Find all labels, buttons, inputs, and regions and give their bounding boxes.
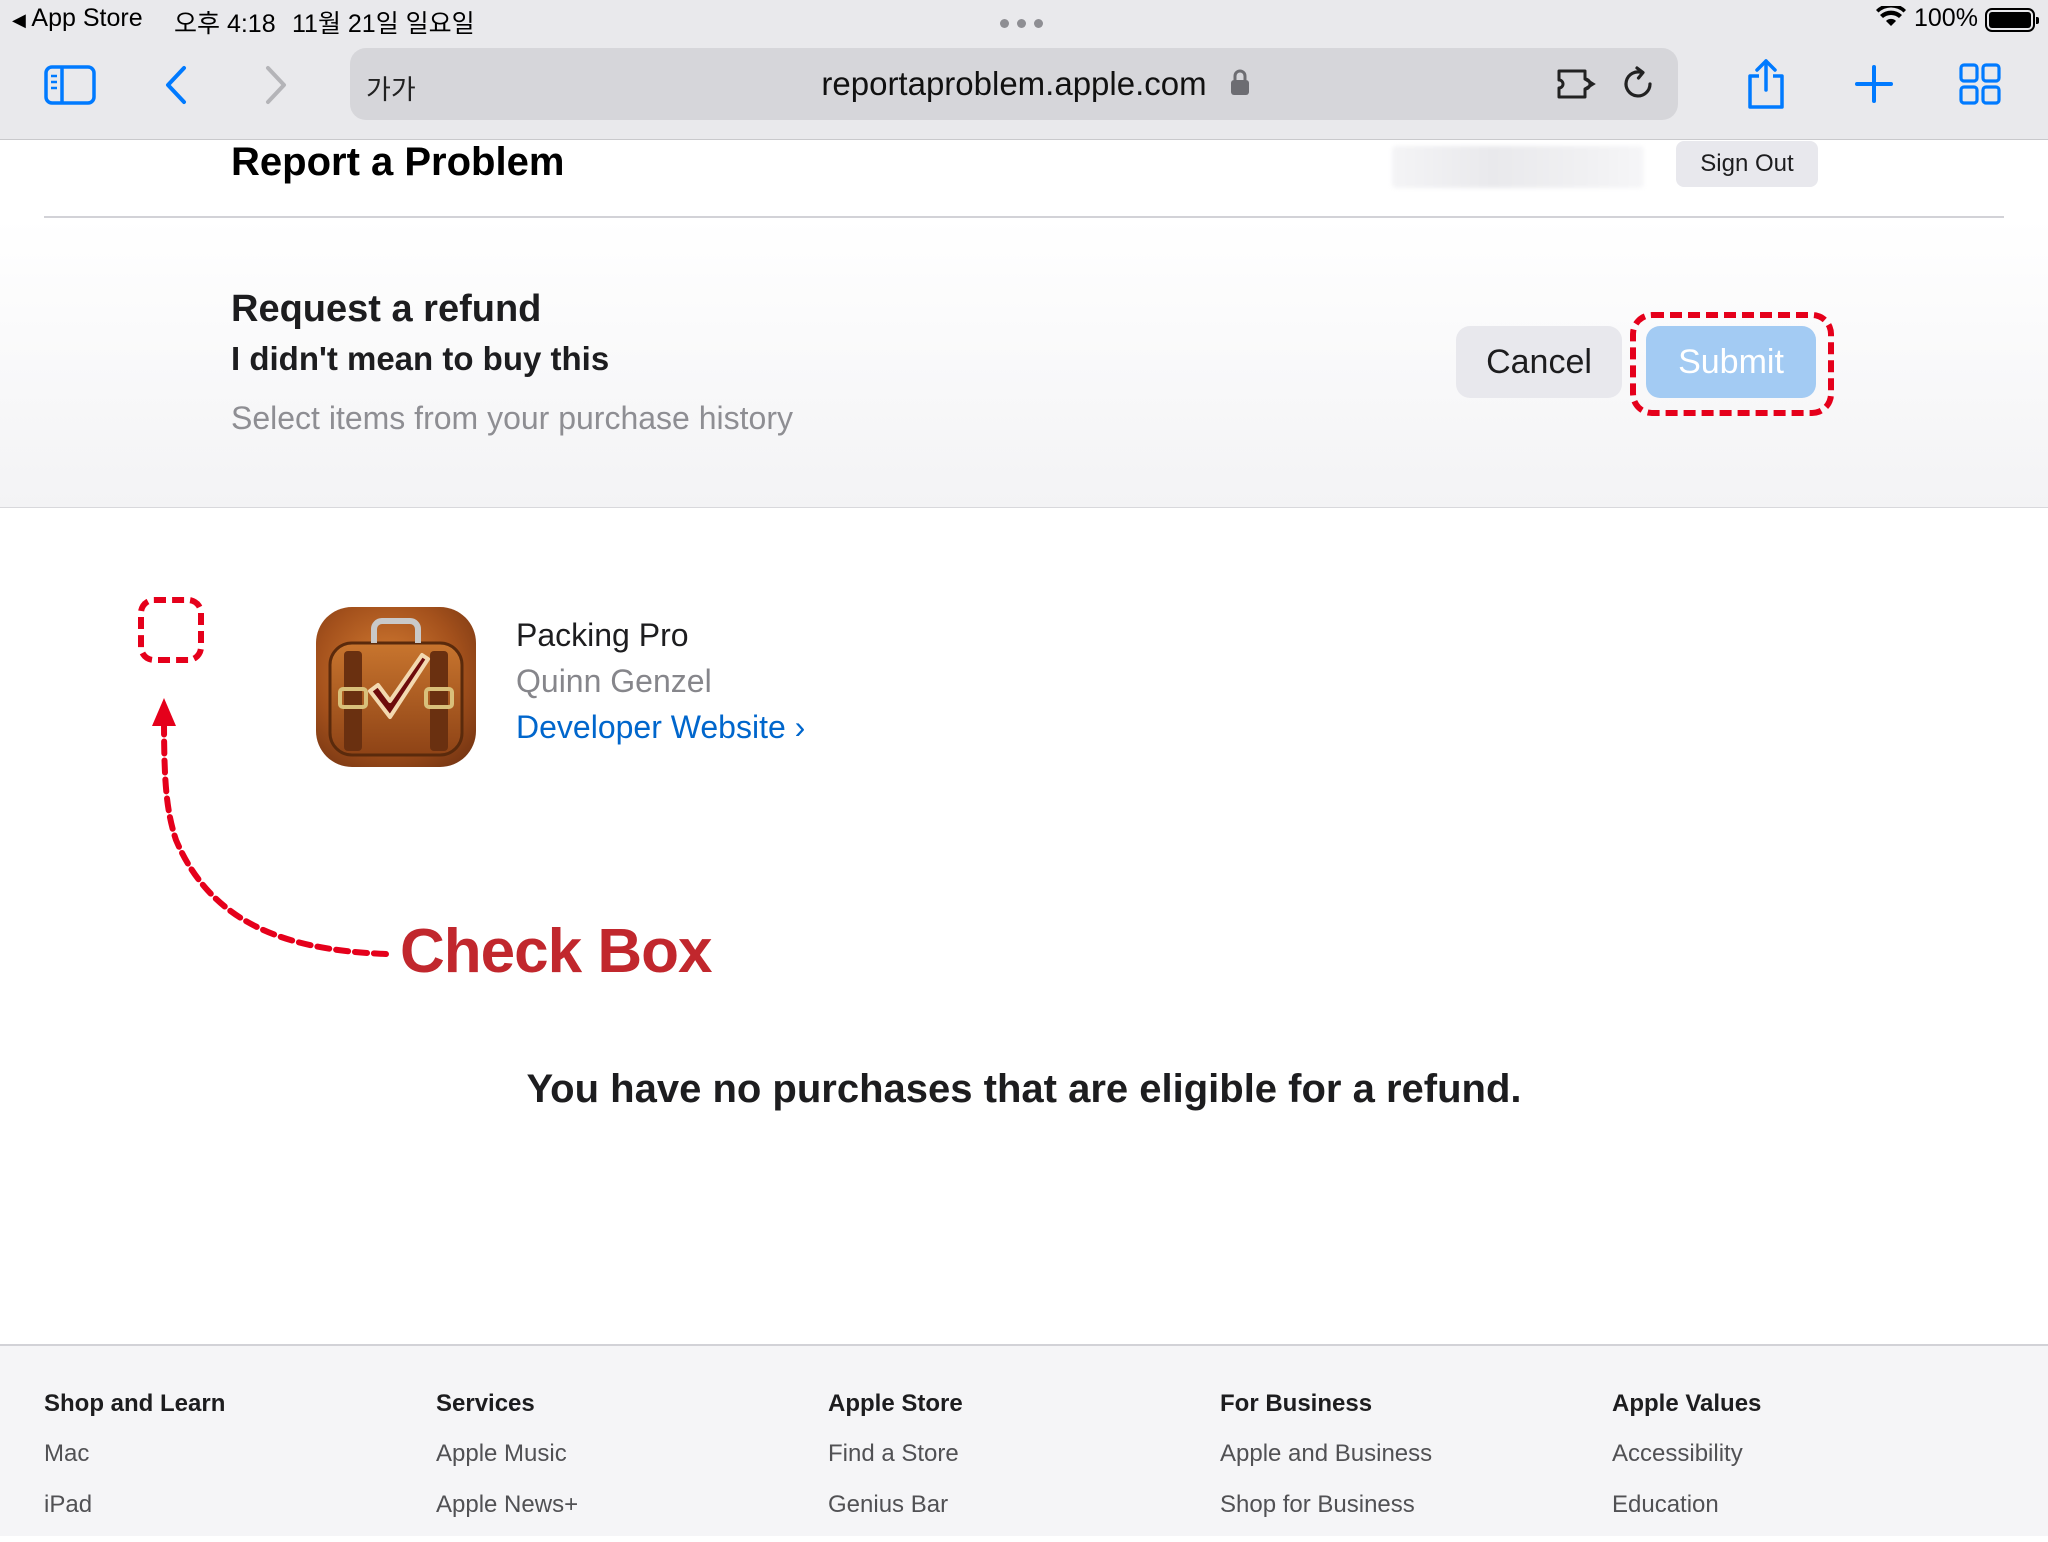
footer-link[interactable]: iPad <box>44 1491 225 1519</box>
footer-link[interactable]: Education <box>1612 1491 1761 1519</box>
reload-icon[interactable] <box>1618 64 1658 104</box>
item-checkbox[interactable] <box>138 597 204 663</box>
footer-link[interactable]: Accessibility <box>1612 1440 1761 1468</box>
footer-heading: Services <box>436 1390 535 1417</box>
footer-heading: Apple Values <box>1612 1390 1762 1417</box>
wifi-icon <box>1876 3 1906 35</box>
multitasking-dots-icon[interactable] <box>1000 19 1043 28</box>
refund-hint: Select items from your purchase history <box>231 400 793 436</box>
tab-overview-icon[interactable] <box>1958 62 2002 106</box>
app-developer: Quinn Genzel <box>516 663 712 699</box>
forward-chevron-icon[interactable] <box>258 62 294 108</box>
back-app-label: App Store <box>31 4 143 32</box>
footer-heading: Apple Store <box>828 1390 963 1417</box>
address-bar[interactable]: 가가 reportaproblem.apple.com <box>350 48 1678 120</box>
new-tab-plus-icon[interactable] <box>1852 62 1896 106</box>
footer-link[interactable]: Apple Music <box>436 1440 578 1468</box>
lock-icon <box>1230 68 1250 101</box>
annotation-arrow <box>152 698 389 957</box>
footer-heading: Shop and Learn <box>44 1390 226 1417</box>
footer-heading: For Business <box>1220 1390 1373 1417</box>
sidebar-toggle-icon[interactable] <box>40 62 100 108</box>
app-name: Packing Pro <box>516 617 689 653</box>
site-footer: Shop and Learn Mac iPad Services Apple M… <box>0 1344 2048 1536</box>
no-eligible-purchases-message: You have no purchases that are eligible … <box>526 1067 1522 1111</box>
url-label: reportaproblem.apple.com <box>821 65 1207 102</box>
footer-column-apple-store: Apple Store Find a Store Genius Bar <box>828 1390 963 1542</box>
browser-chrome: ◀ App Store 오후 4:18 11월 21일 일요일 100% 가가 … <box>0 0 2048 140</box>
back-to-app-link[interactable]: ◀ App Store <box>12 4 143 33</box>
footer-link[interactable]: Genius Bar <box>828 1491 963 1519</box>
page-title: Report a Problem <box>231 140 565 184</box>
submit-highlight-annotation <box>1630 312 1834 416</box>
footer-link[interactable]: Find a Store <box>828 1440 963 1468</box>
footer-link[interactable]: Shop for Business <box>1220 1491 1432 1519</box>
check-box-annotation-label: Check Box <box>400 917 712 986</box>
account-name-redacted <box>1392 146 1644 188</box>
refund-title: Request a refund <box>231 288 542 330</box>
back-triangle-icon: ◀ <box>12 10 26 30</box>
footer-link[interactable]: Apple News+ <box>436 1491 578 1519</box>
footer-column-for-business: For Business Apple and Business Shop for… <box>1220 1390 1432 1542</box>
footer-link[interactable]: Mac <box>44 1440 225 1468</box>
sign-out-button[interactable]: Sign Out <box>1676 141 1818 187</box>
footer-column-services: Services Apple Music Apple News+ <box>436 1390 578 1542</box>
status-time: 오후 4:18 <box>174 10 276 38</box>
share-icon[interactable] <box>1742 56 1790 112</box>
url-text: reportaproblem.apple.com <box>350 65 1678 103</box>
battery-icon <box>1985 8 2039 32</box>
cancel-button[interactable]: Cancel <box>1456 326 1622 398</box>
refund-reason: I didn't mean to buy this <box>231 340 610 377</box>
footer-link[interactable]: Apple and Business <box>1220 1440 1432 1468</box>
battery-percent: 100% <box>1914 4 1978 32</box>
status-date: 11월 21일 일요일 <box>292 10 475 38</box>
developer-website-link[interactable]: Developer Website › <box>516 709 805 746</box>
back-chevron-icon[interactable] <box>158 62 194 108</box>
extensions-icon[interactable] <box>1554 64 1598 104</box>
footer-column-shop-and-learn: Shop and Learn Mac iPad <box>44 1390 225 1542</box>
footer-column-apple-values: Apple Values Accessibility Education <box>1612 1390 1761 1542</box>
